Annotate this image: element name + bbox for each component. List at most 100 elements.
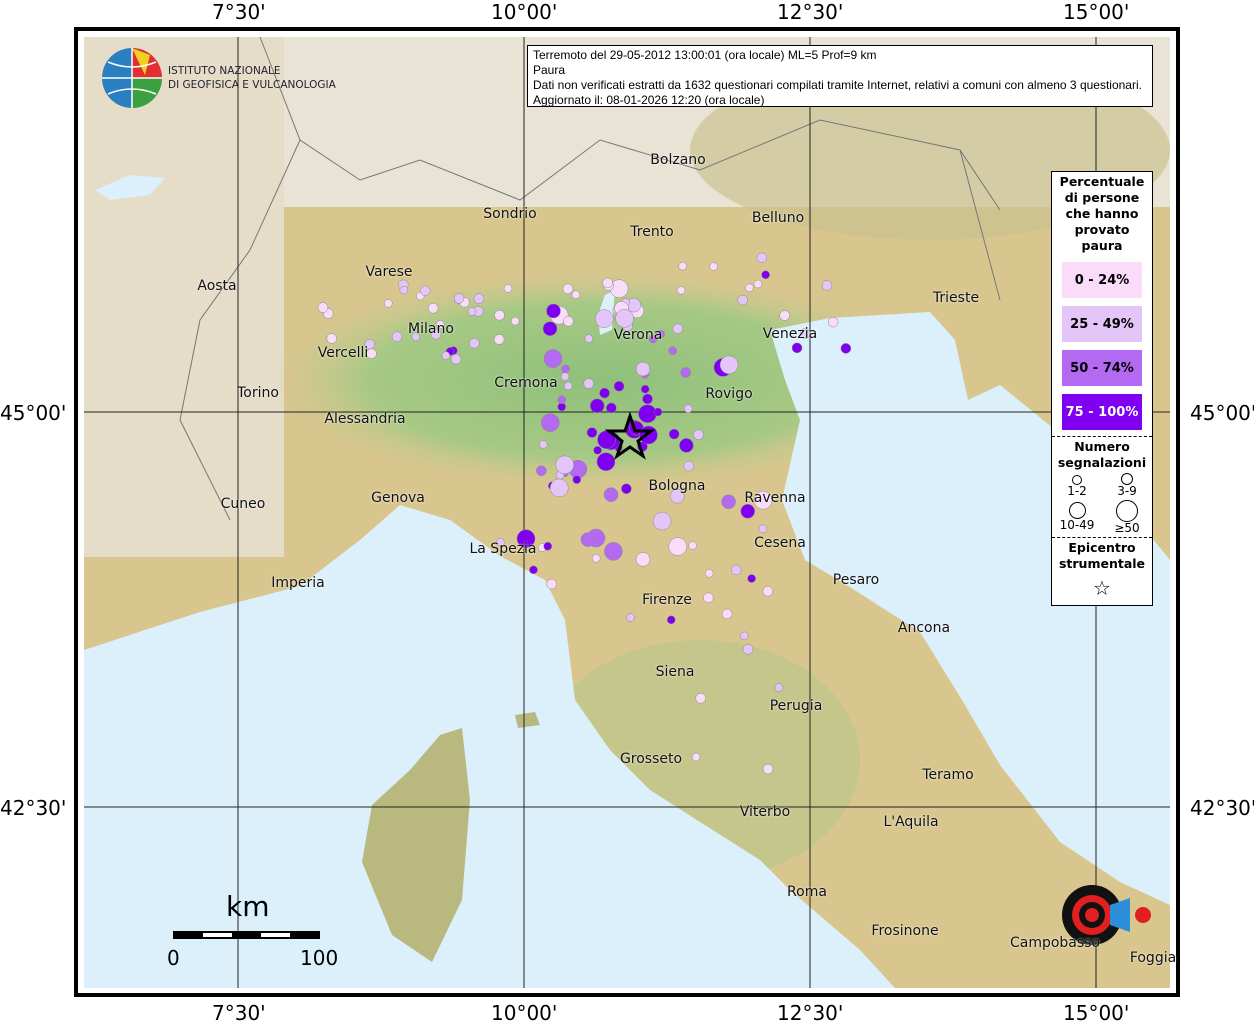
observation-point: [473, 293, 485, 304]
observation-point: [721, 608, 733, 620]
lat-tick: 42°30': [0, 796, 67, 820]
city-label: L'Aquila: [883, 814, 939, 830]
observation-point: [653, 407, 663, 417]
legend: Percentuale di persone che hanno provato…: [1051, 171, 1153, 606]
observation-point: [450, 353, 462, 365]
legend-title: Percentuale di persone che hanno provato…: [1059, 174, 1145, 253]
star-icon: ☆: [1093, 576, 1111, 600]
city-label: Milano: [408, 321, 454, 337]
logo-line: ISTITUTO NAZIONALE: [168, 65, 281, 77]
city-label: Viterbo: [739, 804, 791, 820]
epicenter-legend-title: Epicentro strumentale: [1058, 540, 1146, 571]
observation-point: [593, 446, 602, 455]
city-label: Roma: [787, 884, 827, 900]
observation-point: [503, 284, 513, 293]
observation-point: [543, 542, 553, 551]
observation-point: [753, 279, 763, 289]
observation-point: [704, 569, 714, 578]
observation-point: [529, 565, 538, 575]
observation-point: [606, 402, 617, 414]
observation-point: [761, 270, 770, 280]
city-label: Teramo: [922, 767, 974, 783]
observation-point: [494, 309, 505, 321]
observation-point: [668, 346, 677, 355]
lon-tick: 12°30': [777, 1001, 844, 1025]
observation-point: [542, 321, 558, 336]
lon-tick: 7°30': [212, 1001, 266, 1025]
observation-point: [693, 429, 704, 441]
legend-class-1: 25 - 49%: [1062, 306, 1142, 342]
observation-point: [745, 283, 754, 293]
observation-point: [639, 425, 658, 445]
city-label: Firenze: [642, 592, 692, 608]
observation-point: [638, 404, 657, 423]
observation-point: [391, 331, 403, 342]
legend-class-2: 50 - 74%: [1062, 350, 1142, 386]
observation-point: [668, 537, 688, 556]
city-label: Perugia: [769, 698, 823, 714]
observation-point: [427, 302, 439, 314]
observation-point: [683, 460, 695, 472]
observation-point: [821, 280, 833, 291]
city-label: Ravenna: [744, 490, 806, 506]
lon-tick: 15°00': [1063, 1001, 1130, 1025]
lat-tick: 42°30': [1190, 796, 1254, 820]
lon-tick: 7°30': [212, 0, 266, 24]
intensity-map: 7°30' 10°00' 12°30' 15°00' 7°30' 10°00' …: [0, 0, 1254, 1025]
city-label: Genova: [371, 490, 425, 506]
observation-point: [702, 592, 714, 604]
lat-tick: 45°00': [0, 401, 67, 425]
observation-point: [399, 285, 409, 295]
event-line: Terremoto del 29-05-2012 13:00:01 (ora l…: [533, 48, 877, 62]
city-label: Campobasso: [1009, 935, 1101, 951]
city-label: Varese: [365, 264, 413, 280]
observation-point: [549, 478, 569, 498]
city-label: Bologna: [648, 478, 706, 494]
observation-point: [666, 615, 676, 625]
observation-point: [420, 285, 431, 296]
observation-point: [719, 355, 739, 375]
observation-point: [621, 483, 632, 494]
observation-point: [758, 524, 768, 534]
observation-point: [680, 367, 691, 378]
observation-point: [571, 290, 581, 299]
scale-unit: km: [226, 890, 270, 923]
observation-point: [730, 564, 742, 576]
observation-point: [679, 438, 694, 453]
observation-point: [740, 631, 749, 641]
city-label: Belluno: [751, 210, 805, 226]
lon-tick: 15°00': [1063, 0, 1130, 24]
observation-point: [510, 316, 520, 326]
observation-point: [583, 378, 594, 389]
legend-class-3: 75 - 100%: [1062, 394, 1142, 430]
observation-point: [602, 277, 613, 289]
observation-point: [562, 283, 574, 295]
observation-point: [635, 552, 651, 567]
city-label: Sondrio: [483, 206, 537, 222]
observation-point: [668, 428, 680, 440]
observation-point: [469, 337, 480, 349]
city-label: Venezia: [762, 326, 818, 342]
observation-point: [584, 334, 594, 343]
observation-point: [467, 307, 477, 316]
observation-point: [586, 427, 598, 438]
observation-point: [561, 364, 570, 374]
observation-point: [493, 334, 505, 345]
observation-point: [563, 316, 574, 327]
observation-point: [596, 452, 616, 471]
observation-point: [536, 465, 547, 477]
legend-class-0: 0 - 24%: [1062, 262, 1142, 298]
city-label: Cuneo: [220, 496, 266, 512]
lon-tick: 10°00': [491, 0, 558, 24]
city-label: Torino: [237, 385, 279, 401]
observation-point: [672, 323, 684, 334]
observation-point: [572, 475, 582, 484]
observation-point: [603, 487, 619, 502]
city-label: Alessandria: [324, 411, 406, 427]
observation-point: [326, 333, 338, 344]
observation-point: [762, 763, 774, 775]
observation-point: [613, 380, 625, 392]
city-label: Vercelli: [317, 345, 369, 361]
observation-point: [599, 387, 610, 399]
observation-point: [737, 294, 748, 306]
